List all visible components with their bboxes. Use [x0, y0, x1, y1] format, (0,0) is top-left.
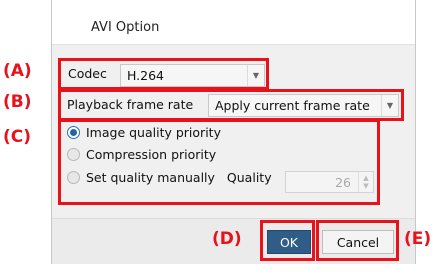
annotation-box-b	[58, 89, 404, 121]
annotation-box-c	[58, 119, 380, 205]
dialog-title: AVI Option	[91, 20, 160, 35]
annotation-label-a: (A)	[3, 61, 32, 81]
annotation-label-d: (D)	[212, 229, 242, 249]
title-bar: AVI Option	[52, 0, 415, 45]
annotation-label-e: (E)	[404, 229, 432, 249]
annotation-box-e	[316, 220, 399, 261]
annotation-label-c: (C)	[3, 127, 32, 147]
annotation-box-d	[260, 220, 315, 261]
annotation-box-a	[58, 58, 269, 90]
annotation-label-b: (B)	[3, 92, 32, 112]
